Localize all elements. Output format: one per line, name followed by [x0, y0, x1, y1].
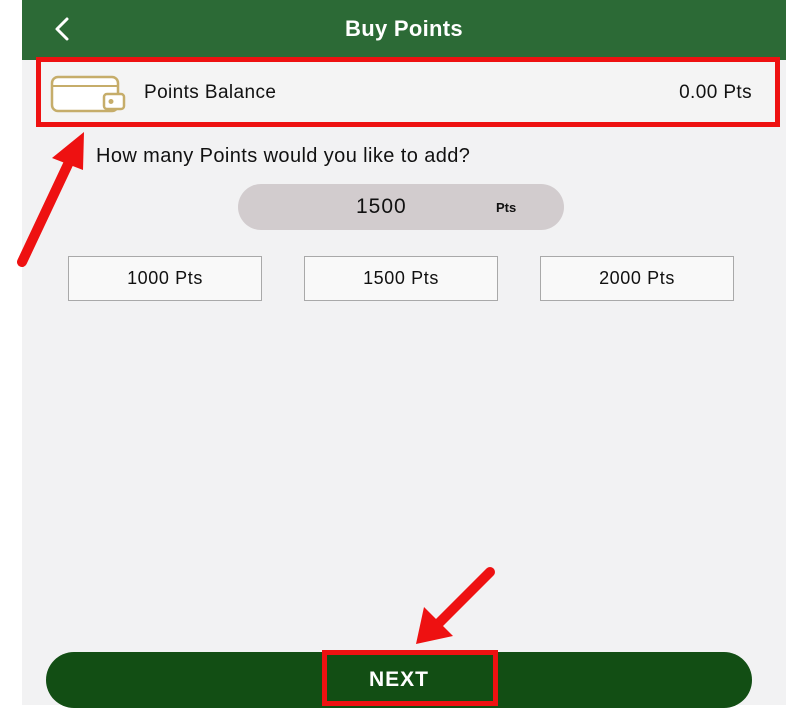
page-title: Buy Points — [345, 16, 463, 41]
points-amount-unit: Pts — [496, 200, 517, 215]
wallet-icon — [50, 75, 126, 113]
preset-1500-button[interactable]: 1500 Pts — [304, 256, 498, 301]
preset-2000-button[interactable]: 2000 Pts — [540, 256, 734, 301]
points-question: How many Points would you like to add? — [96, 145, 471, 167]
points-balance-row: Points Balance 0.00 Pts — [40, 60, 778, 124]
points-amount-input[interactable]: 1500 Pts — [238, 184, 564, 230]
points-balance-value: 0.00 Pts — [679, 82, 752, 103]
next-button[interactable]: NEXT — [46, 652, 752, 708]
points-balance-label: Points Balance — [144, 82, 277, 103]
app-bar: Buy Points — [22, 0, 786, 60]
next-button-label: NEXT — [368, 668, 429, 691]
points-amount-value: 1500 — [356, 195, 407, 218]
preset-1000-button[interactable]: 1000 Pts — [68, 256, 262, 301]
